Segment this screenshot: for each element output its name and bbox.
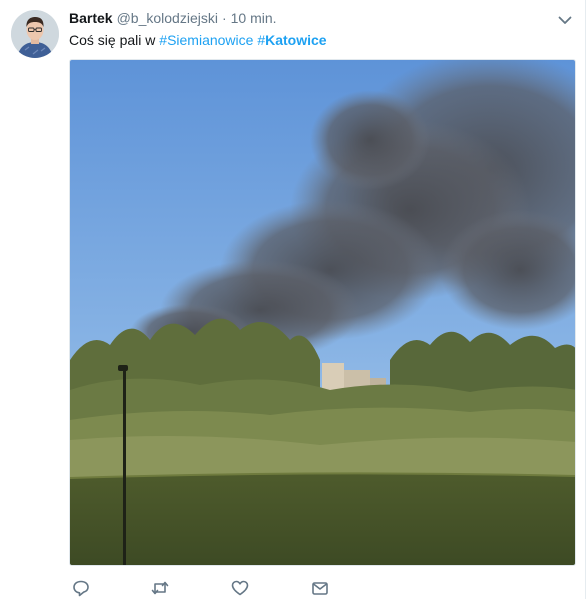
- heart-icon: [230, 578, 250, 598]
- like-button[interactable]: [230, 578, 250, 598]
- hashtag-text: Katowice: [265, 32, 327, 48]
- direct-message-button[interactable]: [310, 578, 330, 598]
- tweet-header: Bartek @b_kolodziejski · 10 min.: [69, 10, 277, 28]
- hashtag-symbol: #: [159, 32, 168, 48]
- reply-button[interactable]: [71, 578, 91, 598]
- smoke-landscape-photo: [70, 60, 575, 565]
- retweet-arrows-icon: [150, 578, 170, 598]
- author-name[interactable]: Bartek: [69, 10, 113, 26]
- envelope-icon: [310, 578, 330, 598]
- speech-bubble-icon: [71, 578, 91, 598]
- tweet-photo[interactable]: [69, 59, 576, 566]
- hashtag-text: Siemianowice: [167, 32, 254, 48]
- chevron-down-icon[interactable]: [557, 12, 573, 28]
- tweet-text: Coś się pali w #Siemianowice #Katowice: [69, 31, 327, 49]
- author-handle[interactable]: @b_kolodziejski: [117, 10, 218, 26]
- retweet-button[interactable]: [150, 578, 170, 598]
- header-separator: ·: [221, 10, 227, 26]
- tweet-text-prefix: Coś się pali w: [69, 32, 160, 48]
- tweet-actions: [69, 576, 576, 598]
- hashtag-siemianowice[interactable]: #Siemianowice: [159, 32, 253, 48]
- hashtag-katowice[interactable]: #Katowice: [257, 32, 326, 48]
- author-avatar[interactable]: [11, 10, 59, 58]
- tweet-card[interactable]: Bartek @b_kolodziejski · 10 min. Coś się…: [0, 0, 586, 599]
- avatar-photo: [11, 10, 59, 58]
- tweet-timestamp[interactable]: 10 min.: [231, 10, 277, 26]
- hashtag-symbol: #: [257, 32, 266, 48]
